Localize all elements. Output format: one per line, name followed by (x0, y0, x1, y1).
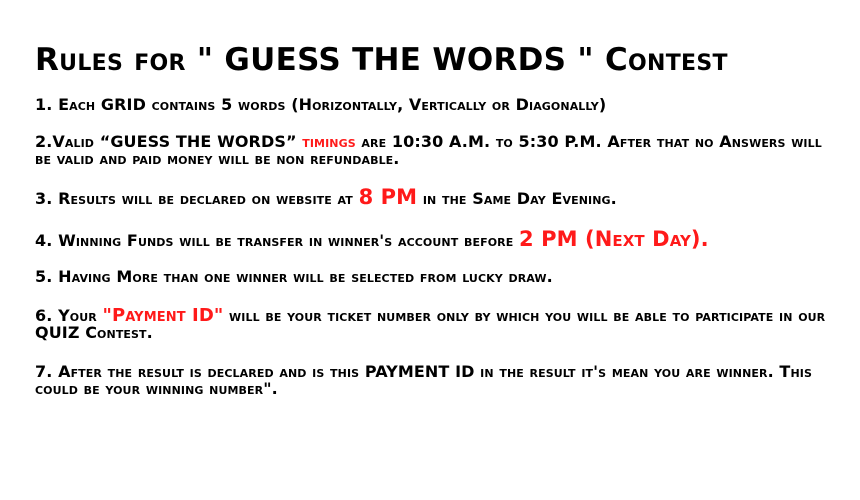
rule-3: 3. Results will be declared on website a… (35, 187, 835, 208)
rule-3-highlight: 8 PM (358, 185, 418, 209)
rule-3-text-start: 3. Results will be declared on website a… (35, 189, 359, 208)
rule-7: 7. After the result is declared and is t… (35, 363, 835, 397)
rule-4-highlight: 2 PM (Next Day). (519, 227, 709, 251)
rule-1-text: 1. Each GRID contains 5 words (Horizonta… (35, 95, 607, 114)
rule-6: 6. Your "Payment ID" will be your ticket… (35, 307, 835, 342)
rules-list: 1. Each GRID contains 5 words (Horizonta… (35, 92, 835, 397)
rule-7-text: 7. After the result is declared and is t… (35, 362, 812, 398)
rule-5: 5. Having More than one winner will be s… (35, 268, 835, 285)
rule-4-text-start: 4. Winning Funds will be transfer in win… (35, 231, 520, 250)
rule-3-text-end: in the Same Day Evening. (417, 189, 617, 208)
rule-2: 2.Valid “GUESS THE WORDS” timings are 10… (35, 133, 835, 167)
rule-1: 1. Each GRID contains 5 words (Horizonta… (35, 96, 835, 113)
rules-page: Rules for " GUESS THE WORDS " Contest 1.… (0, 0, 860, 500)
rule-4: 4. Winning Funds will be transfer in win… (35, 228, 835, 252)
page-title: Rules for " GUESS THE WORDS " Contest (35, 42, 728, 78)
rule-5-text: 5. Having More than one winner will be s… (35, 267, 553, 286)
